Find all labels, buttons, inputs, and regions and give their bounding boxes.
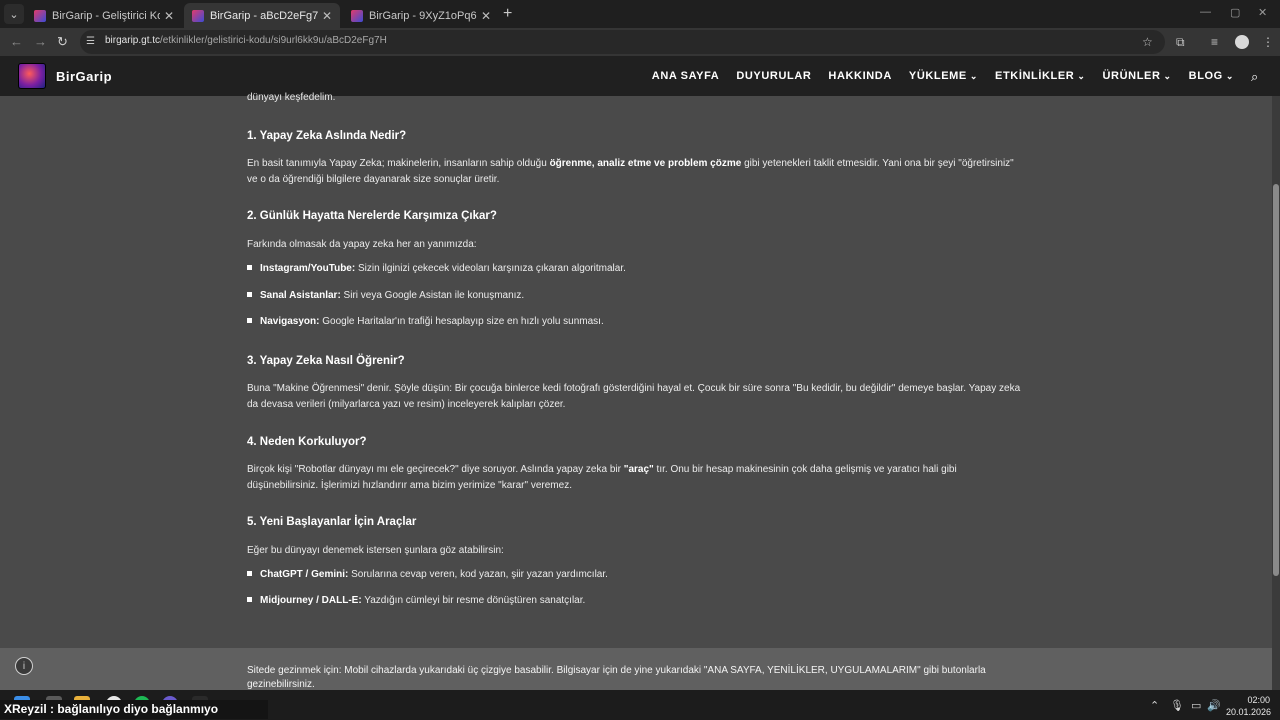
list-item: Instagram/YouTube: Sizin ilginizi çekece… xyxy=(247,263,626,274)
system-clock[interactable]: 02:00 20.01.2026 xyxy=(1226,694,1272,718)
chevron-down-icon: ⌄ xyxy=(969,71,979,81)
maximize-icon[interactable]: ▢ xyxy=(1230,6,1240,19)
tab-gelistirici-kodu[interactable]: BirGarip - Geliştirici Kodu ✕ xyxy=(26,3,182,28)
bullet-icon xyxy=(247,570,252,576)
reload-icon[interactable]: ↻ xyxy=(57,34,68,50)
section-heading-1: 1. Yapay Zeka Aslında Nedir? xyxy=(247,130,407,142)
clock-time: 02:00 xyxy=(1247,695,1270,705)
chevron-down-icon: ⌄ xyxy=(1225,71,1234,81)
browser-tab-strip: ⌄ BirGarip - Geliştirici Kodu ✕ BirGarip… xyxy=(0,0,1280,28)
overlay-banner-text: XReyzil : bağlanılıyo diyo bağlanmıyo xyxy=(4,702,219,716)
nav-duyurular[interactable]: DUYURULAR xyxy=(736,70,811,82)
forward-icon[interactable]: → xyxy=(34,34,47,49)
nav-blog[interactable]: BLOG ⌄ xyxy=(1189,70,1234,82)
lead-text: dünyayı keşfedelim. xyxy=(247,92,336,103)
volume-icon[interactable]: 🔊 xyxy=(1207,699,1221,712)
site-logo[interactable] xyxy=(18,63,46,89)
site-info-icon[interactable]: ☰ xyxy=(86,36,98,48)
bullet-icon xyxy=(247,291,252,297)
new-tab-button[interactable]: + xyxy=(503,5,512,23)
close-tab-icon[interactable]: ✕ xyxy=(481,9,491,23)
close-tab-icon[interactable]: ✕ xyxy=(322,9,332,23)
nav-urunler[interactable]: ÜRÜNLER ⌄ xyxy=(1103,70,1172,82)
section-heading-5: 5. Yeni Başlayanlar İçin Araçlar xyxy=(247,516,417,528)
tab-title: BirGarip - aBcD2eFg7H xyxy=(210,9,318,22)
network-icon[interactable]: ▭ xyxy=(1191,699,1201,712)
nav-yukleme[interactable]: YÜKLEME ⌄ xyxy=(909,70,978,82)
browser-toolbar: ← → ↻ ☰ birgarip.gt.tc/etkinlikler/gelis… xyxy=(0,28,1280,56)
minimize-icon[interactable]: — xyxy=(1200,6,1211,18)
back-icon[interactable]: ← xyxy=(10,34,23,49)
profile-avatar[interactable] xyxy=(1235,35,1249,49)
tab-abcd2efg7h[interactable]: BirGarip - aBcD2eFg7H ✕ xyxy=(184,3,340,28)
footer-help-text: Sitede gezinmek için: Mobil cihazlarda y… xyxy=(247,665,986,690)
nav-etkinlikler[interactable]: ETKİNLİKLER ⌄ xyxy=(995,70,1085,82)
main-navigation: ANA SAYFA DUYURULAR HAKKINDA YÜKLEME ⌄ ET… xyxy=(652,70,1234,82)
section-paragraph-4: Birçok kişi "Robotlar dünyayı mı ele geç… xyxy=(247,464,957,491)
site-brand[interactable]: BirGarip xyxy=(56,69,112,84)
favicon-icon xyxy=(192,9,204,22)
list-item: Midjourney / DALL-E: Yazdığın cümleyi bi… xyxy=(247,595,585,606)
close-window-icon[interactable]: ✕ xyxy=(1258,6,1267,19)
extensions-icon[interactable]: ⧉ xyxy=(1176,35,1185,50)
clock-date: 20.01.2026 xyxy=(1226,707,1272,717)
tab-title: BirGarip - Geliştirici Kodu xyxy=(52,9,160,22)
bullet-icon xyxy=(247,317,252,323)
section-heading-2: 2. Günlük Hayatta Nerelerde Karşımıza Çı… xyxy=(247,210,497,222)
scrollbar-thumb[interactable] xyxy=(1273,184,1279,576)
section-heading-4: 4. Neden Korkuluyor? xyxy=(247,436,367,448)
tab-search-icon[interactable]: ⌄ xyxy=(4,4,24,24)
list-item: Sanal Asistanlar: Siri veya Google Asist… xyxy=(247,290,524,301)
tab-title: BirGarip - 9XyZ1oPq6R xyxy=(369,9,477,22)
site-footer: Sitede gezinmek için: Mobil cihazlarda y… xyxy=(0,648,1280,690)
search-icon[interactable]: ⌕ xyxy=(1251,69,1258,85)
section-heading-3: 3. Yapay Zeka Nasıl Öğrenir? xyxy=(247,355,405,367)
nav-hakkinda[interactable]: HAKKINDA xyxy=(828,70,891,82)
site-header: BirGarip ANA SAYFA DUYURULAR HAKKINDA YÜ… xyxy=(0,56,1280,96)
favicon-icon xyxy=(34,9,46,22)
info-icon[interactable]: i xyxy=(15,657,33,675)
chevron-up-icon[interactable]: ⌃ xyxy=(1150,699,1159,712)
menu-kebab-icon[interactable]: ⋮ xyxy=(1262,35,1274,49)
url-text[interactable]: birgarip.gt.tc/etkinlikler/gelistirici-k… xyxy=(105,35,387,46)
chevron-down-icon: ⌄ xyxy=(1077,71,1086,81)
section-intro-2: Farkında olmasak da yapay zeka her an ya… xyxy=(247,239,477,250)
section-paragraph-3: Buna "Makine Öğrenmesi" denir. Şöyle düş… xyxy=(247,383,1021,410)
tab-9xyz1opq6r[interactable]: BirGarip - 9XyZ1oPq6R ✕ xyxy=(343,3,499,28)
favicon-icon xyxy=(351,9,363,22)
microphone-icon[interactable]: 🎙 xyxy=(1170,699,1184,712)
section-paragraph-1: En basit tanımıyla Yapay Zeka; makineler… xyxy=(247,158,1014,185)
bullet-icon xyxy=(247,264,252,270)
close-tab-icon[interactable]: ✕ xyxy=(164,9,174,23)
list-item: Navigasyon: Google Haritalar'ın trafiği … xyxy=(247,316,604,327)
list-item: ChatGPT / Gemini: Sorularına cevap veren… xyxy=(247,569,608,580)
media-control-icon[interactable]: ≡ xyxy=(1211,35,1218,49)
section-intro-5: Eğer bu dünyayı denemek istersen şunlara… xyxy=(247,545,504,556)
bookmark-star-icon[interactable]: ☆ xyxy=(1142,35,1153,49)
chevron-down-icon: ⌄ xyxy=(1163,71,1172,81)
bullet-icon xyxy=(247,596,252,602)
nav-ana-sayfa[interactable]: ANA SAYFA xyxy=(652,70,720,82)
